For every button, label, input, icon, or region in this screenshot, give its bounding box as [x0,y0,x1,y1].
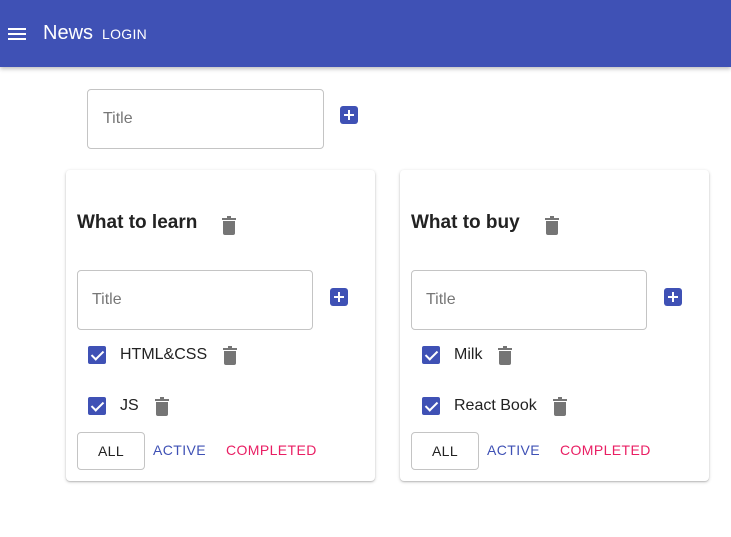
task-item: JS [88,394,169,418]
task-checkbox[interactable] [88,397,106,415]
task-label[interactable]: Milk [454,346,482,364]
task-checkbox[interactable] [88,346,106,364]
task-item: Milk [422,343,513,367]
list-title: What to learn [77,212,198,233]
login-button[interactable]: LOGIN [102,26,147,42]
app-title: News [43,22,94,44]
add-task-icon[interactable] [664,288,682,306]
delete-task-icon[interactable] [154,396,169,416]
task-label[interactable]: React Book [454,397,537,415]
new-task-input[interactable] [411,270,647,330]
task-label[interactable]: HTML&CSS [120,346,207,364]
new-task-input[interactable] [77,270,313,330]
task-item: React Book [422,394,567,418]
filter-completed-button[interactable]: COMPLETED [226,442,317,458]
delete-task-icon[interactable] [223,345,238,365]
list-title: What to buy [411,212,520,233]
add-list-icon[interactable] [340,106,358,124]
filter-all-button[interactable]: ALL [411,432,479,470]
new-list-title-input[interactable] [87,89,324,149]
filter-all-button[interactable]: ALL [77,432,145,470]
filter-active-button[interactable]: ACTIVE [153,442,206,458]
delete-task-icon[interactable] [552,396,567,416]
todolist-card-what-to-learn: What to learn HTML&CSS JS ALL ACTIVE COM… [66,170,375,481]
filter-active-button[interactable]: ACTIVE [487,442,540,458]
app-bar: News LOGIN [0,0,731,67]
task-label[interactable]: JS [120,397,139,415]
delete-list-icon[interactable] [545,216,559,235]
delete-list-icon[interactable] [222,216,236,235]
todolist-card-what-to-buy: What to buy Milk React Book ALL ACTIVE C… [400,170,709,481]
task-item: HTML&CSS [88,343,238,367]
delete-task-icon[interactable] [498,345,513,365]
task-checkbox[interactable] [422,346,440,364]
add-task-icon[interactable] [330,288,348,306]
menu-icon[interactable] [8,26,28,42]
filter-completed-button[interactable]: COMPLETED [560,442,651,458]
task-checkbox[interactable] [422,397,440,415]
